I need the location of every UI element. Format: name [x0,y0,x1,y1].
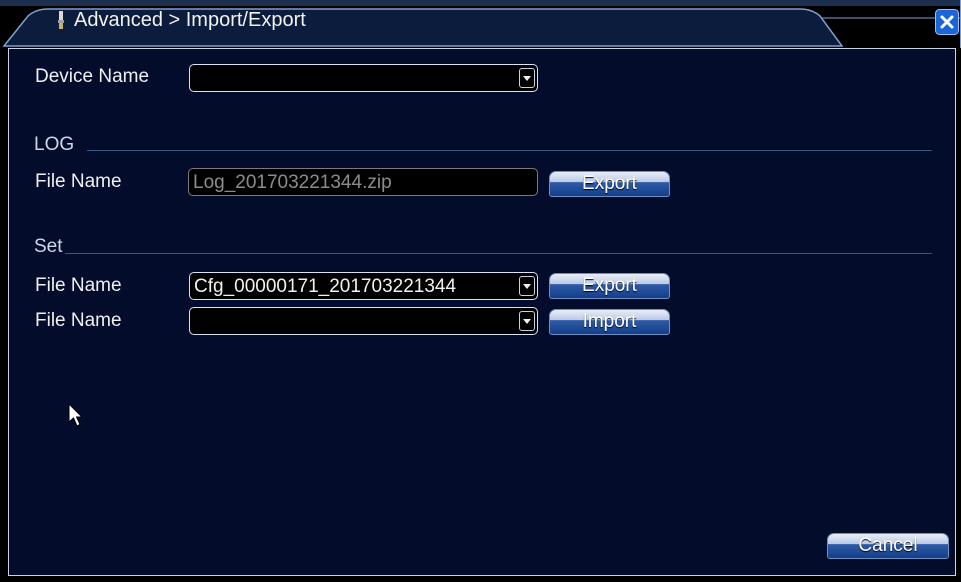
import-file-select[interactable] [189,307,538,335]
cancel-button[interactable]: Cancel [827,533,949,559]
chevron-down-icon[interactable] [519,311,535,331]
log-file-name-label: File Name [35,171,122,192]
log-export-button[interactable]: Export [549,171,670,197]
device-name-select[interactable] [189,64,538,92]
device-name-label: Device Name [35,66,150,87]
set-export-button[interactable]: Export [549,273,670,299]
window-title: Advanced > Import/Export [74,9,306,31]
set-section-heading: Set [34,236,63,257]
mouse-cursor-icon [68,403,84,427]
config-file-select[interactable]: Cfg_00000171_201703221344 [189,272,538,300]
log-section-heading: LOG [34,134,75,155]
tool-icon [58,11,64,29]
close-icon[interactable] [935,9,959,35]
log-section-divider [87,150,932,151]
log-file-name-field: Log_201703221344.zip [188,168,538,196]
set-import-button[interactable]: Import [549,309,670,335]
log-file-name-value: Log_201703221344.zip [193,172,392,193]
set-section-divider [65,253,932,254]
set-export-file-name-label: File Name [35,275,122,296]
chevron-down-icon[interactable] [519,276,535,296]
chevron-down-icon[interactable] [519,68,535,88]
set-import-file-name-label: File Name [35,310,122,331]
import-export-window: Advanced > Import/Export Device Name LOG… [0,0,961,582]
config-file-value: Cfg_00000171_201703221344 [194,276,457,297]
